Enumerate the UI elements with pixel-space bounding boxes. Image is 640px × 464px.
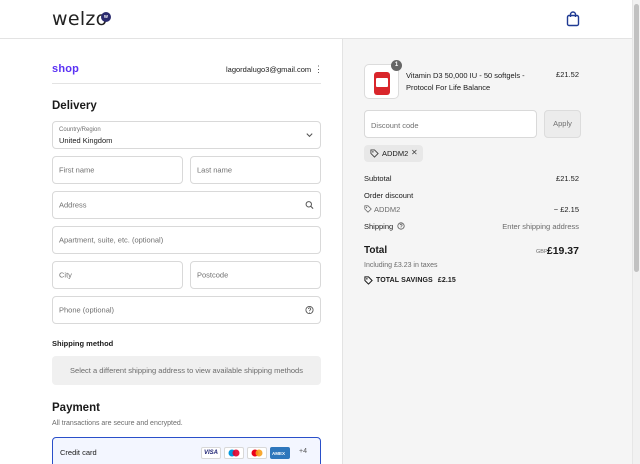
site-header: welzo w <box>0 0 632 39</box>
account-email: lagordalugo3@gmail.com <box>226 65 312 74</box>
last-name-field[interactable]: Last name <box>190 156 321 184</box>
address-field[interactable]: Address <box>52 191 321 219</box>
discount-code-line: ADDM2 <box>374 205 401 214</box>
applied-discount-chip: ADDM2 ✕ <box>364 145 423 162</box>
apply-discount-button[interactable]: Apply <box>544 110 581 138</box>
delivery-heading: Delivery <box>52 100 97 112</box>
checkout-form: shop lagordalugo3@gmail.com ⋮ Delivery C… <box>0 39 342 464</box>
tag-icon <box>364 276 373 285</box>
shop-pay-logo: shop <box>52 63 80 75</box>
credit-card-option[interactable]: Credit card VISA AMEX +4 <box>52 437 321 464</box>
subtotal-value: £21.52 <box>556 174 579 183</box>
help-circle-icon[interactable] <box>397 222 405 230</box>
logo-badge: w <box>101 12 111 22</box>
divider <box>52 83 321 84</box>
mastercard-icon <box>247 447 267 459</box>
tax-note: Including £3.23 in taxes <box>364 262 438 269</box>
applied-discount-code: ADDM2 <box>382 149 409 158</box>
amex-icon: AMEX <box>270 447 290 459</box>
order-summary: 1 Vitamin D3 50,000 IU - 50 softgels - P… <box>342 39 632 464</box>
country-label: Country/Region <box>59 127 101 133</box>
phone-field[interactable]: Phone (optional) <box>52 296 321 324</box>
payment-heading: Payment <box>52 402 100 414</box>
product-bottle-image <box>374 72 390 95</box>
subtotal-label: Subtotal <box>364 174 392 183</box>
quantity-badge: 1 <box>391 60 402 71</box>
shipping-value: Enter shipping address <box>502 222 579 231</box>
welzo-logo[interactable]: welzo <box>52 8 108 30</box>
apartment-placeholder: Apartment, suite, etc. (optional) <box>59 235 164 245</box>
postcode-placeholder: Postcode <box>197 270 229 280</box>
discount-value: − £2.15 <box>553 205 579 214</box>
tag-icon <box>370 149 379 158</box>
discount-placeholder: Discount code <box>371 121 419 130</box>
page-scrollbar[interactable] <box>632 0 640 464</box>
tag-icon <box>364 205 372 213</box>
product-price: £21.52 <box>556 70 579 79</box>
maestro-icon <box>224 447 244 459</box>
first-name-field[interactable]: First name <box>52 156 183 184</box>
more-vertical-icon[interactable]: ⋮ <box>314 64 323 74</box>
payment-subtitle: All transactions are secure and encrypte… <box>52 420 183 427</box>
shipping-method-notice: Select a different shipping address to v… <box>52 356 321 385</box>
chevron-down-icon <box>306 133 313 138</box>
total-value: £19.37 <box>546 245 579 257</box>
shopping-bag-icon[interactable] <box>566 11 580 27</box>
shipping-label: Shipping <box>364 222 394 231</box>
more-cards-count: +4 <box>299 448 307 455</box>
search-icon <box>305 201 314 209</box>
visa-icon: VISA <box>201 447 221 459</box>
scrollbar-thumb[interactable] <box>634 4 639 272</box>
total-currency: GBP <box>536 249 548 255</box>
apartment-field[interactable]: Apartment, suite, etc. (optional) <box>52 226 321 254</box>
credit-card-label: Credit card <box>60 448 97 457</box>
address-placeholder: Address <box>59 200 87 210</box>
order-discount-label: Order discount <box>364 191 414 200</box>
phone-placeholder: Phone (optional) <box>59 305 115 315</box>
help-circle-icon[interactable] <box>305 305 314 315</box>
shipping-method-heading: Shipping method <box>52 339 114 348</box>
country-select[interactable]: Country/Region United Kingdom <box>52 121 321 149</box>
remove-discount-icon[interactable]: ✕ <box>411 148 418 157</box>
total-savings-value: £2.15 <box>437 277 456 284</box>
city-field[interactable]: City <box>52 261 183 289</box>
discount-code-input[interactable]: Discount code <box>364 110 537 138</box>
product-title: Vitamin D3 50,000 IU - 50 softgels - Pro… <box>406 71 525 92</box>
city-placeholder: City <box>59 270 72 280</box>
total-label: Total <box>364 245 388 256</box>
total-savings: TOTAL SAVINGS £2.15 <box>376 277 456 284</box>
postcode-field[interactable]: Postcode <box>190 261 321 289</box>
country-value: United Kingdom <box>59 136 113 145</box>
total-savings-label: TOTAL SAVINGS <box>376 277 433 284</box>
last-name-placeholder: Last name <box>197 165 233 175</box>
first-name-placeholder: First name <box>59 165 95 175</box>
